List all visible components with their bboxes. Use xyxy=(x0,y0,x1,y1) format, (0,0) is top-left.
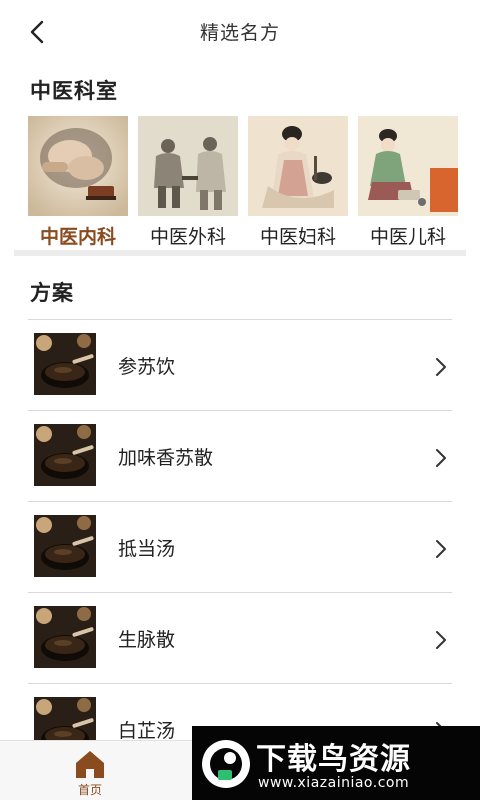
departments-heading: 中医科室 xyxy=(30,79,118,103)
chevron-right-icon xyxy=(436,358,446,376)
tab-home[interactable]: 首页 xyxy=(60,747,120,799)
plan-name: 抵当汤 xyxy=(118,538,176,560)
section-divider xyxy=(14,250,466,256)
department-label: 中医外科 xyxy=(149,226,226,248)
chevron-right-icon xyxy=(436,449,446,467)
herbal-medicine-bowl-image xyxy=(34,606,96,668)
tab-home-label: 首页 xyxy=(77,783,102,797)
plans-heading: 方案 xyxy=(30,281,74,305)
department-image-surgery xyxy=(138,116,238,216)
department-image-gynecology xyxy=(248,116,348,216)
department-item-gynecology[interactable]: 中医妇科 xyxy=(248,116,348,248)
herbal-medicine-bowl-image xyxy=(34,515,96,577)
department-label: 中医儿科 xyxy=(369,226,446,248)
department-image-internal xyxy=(28,116,128,216)
page-title: 精选名方 xyxy=(199,22,280,44)
herbal-medicine-bowl-image xyxy=(34,424,96,486)
watermark-url-text: www.xiazainiao.com xyxy=(258,775,410,791)
plan-list-item[interactable]: 生脉散 xyxy=(28,592,452,683)
watermark-banner: 下载鸟资源 www.xiazainiao.com xyxy=(192,726,480,800)
department-image-pediatrics xyxy=(358,116,458,216)
plan-name: 白芷汤 xyxy=(118,720,176,742)
home-icon xyxy=(76,751,104,778)
department-label: 中医内科 xyxy=(39,226,116,248)
plan-name: 加味香苏散 xyxy=(118,447,214,469)
bird-logo-icon xyxy=(202,740,250,788)
plan-list-item[interactable]: 抵当汤 xyxy=(28,501,452,592)
department-item-internal[interactable]: 中医内科 xyxy=(28,116,128,248)
department-item-surgery[interactable]: 中医外科 xyxy=(138,116,238,248)
plan-list-item[interactable]: 加味香苏散 xyxy=(28,410,452,501)
watermark-brand-text: 下载鸟资源 xyxy=(256,742,411,777)
chevron-right-icon xyxy=(436,631,446,649)
plan-list-item[interactable]: 参苏饮 xyxy=(28,319,452,410)
chevron-right-icon xyxy=(436,540,446,558)
plan-name: 生脉散 xyxy=(118,629,176,651)
nav-bar: 精选名方 xyxy=(0,0,480,64)
herbal-medicine-bowl-image xyxy=(34,333,96,395)
department-label: 中医妇科 xyxy=(259,226,336,248)
department-item-pediatrics[interactable]: 中医儿科 xyxy=(358,116,458,248)
departments-row: 中医内科 中医外科 中医妇科 中医儿科 xyxy=(28,116,458,248)
plan-name: 参苏饮 xyxy=(118,356,176,378)
